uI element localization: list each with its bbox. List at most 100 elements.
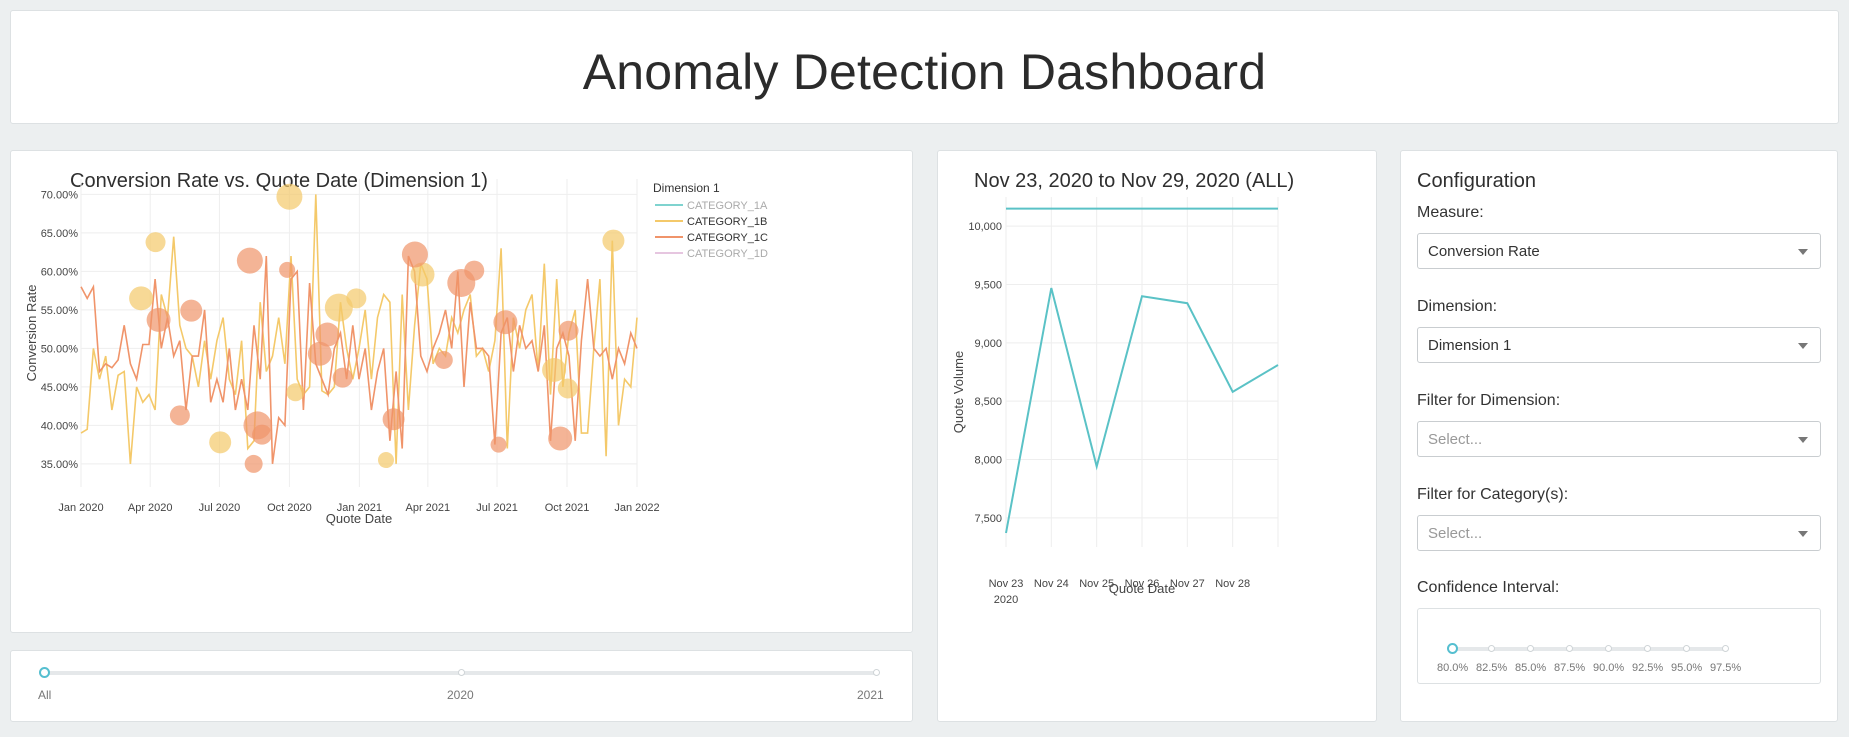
- anomaly-point-category_1b: [209, 431, 232, 454]
- anomaly-point-category_1c: [490, 436, 507, 453]
- anomaly-point-category_1b: [145, 232, 166, 253]
- conversion-rate-chart-card: Conversion Rate vs. Quote Date (Dimensio…: [10, 150, 913, 633]
- legend-item[interactable]: CATEGORY_1B: [687, 216, 767, 228]
- filter-dimension-label: Filter for Dimension:: [1417, 392, 1561, 409]
- x-axis-title: Quote Date: [326, 511, 393, 526]
- anomaly-point-category_1c: [548, 426, 573, 451]
- chevron-down-icon: [1798, 531, 1808, 537]
- y-tick-label: 8,500: [974, 396, 1002, 408]
- ci-option-label[interactable]: 92.5%: [1632, 662, 1663, 674]
- y-tick-label: 50.00%: [41, 343, 79, 355]
- ci-slider-handle[interactable]: [1447, 643, 1458, 654]
- x-tick-label: Oct 2020: [267, 502, 312, 514]
- anomaly-point-category_1b: [346, 288, 367, 309]
- slider-label-all[interactable]: All: [38, 688, 51, 702]
- x-tick-label: Apr 2021: [406, 502, 451, 514]
- y-tick-label: 70.00%: [41, 189, 79, 201]
- legend-item[interactable]: CATEGORY_1C: [687, 232, 768, 244]
- x-tick-label: Oct 2021: [545, 502, 590, 514]
- slider-label-2021[interactable]: 2021: [857, 688, 884, 702]
- anomaly-point-category_1c: [493, 310, 518, 335]
- ci-option-label[interactable]: 87.5%: [1554, 662, 1585, 674]
- anomaly-point-category_1c: [236, 247, 263, 274]
- legend-item[interactable]: CATEGORY_1D: [687, 248, 768, 260]
- y-tick-label: 65.00%: [41, 228, 79, 240]
- ci-slider-mark[interactable]: [1527, 645, 1534, 652]
- slider-mark-2021[interactable]: [873, 669, 880, 676]
- chevron-down-icon: [1798, 437, 1808, 443]
- x-tick-label: Nov 24: [1034, 578, 1069, 590]
- dimension-label: Dimension:: [1417, 298, 1498, 315]
- conversion-rate-chart[interactable]: 35.00% 40.00% 45.00% 50.00% 55.00% 60.00% 65.0…: [11, 151, 912, 632]
- y-tick-label: 35.00%: [41, 459, 79, 471]
- anomaly-point-category_1c: [146, 307, 171, 332]
- ci-slider-mark[interactable]: [1488, 645, 1495, 652]
- filter-dimension-select[interactable]: Select...: [1417, 421, 1821, 457]
- y-tick-label: 7,500: [974, 513, 1002, 525]
- date-range-slider-card: All 2020 2021: [10, 650, 913, 722]
- measure-select[interactable]: Conversion Rate: [1417, 233, 1821, 269]
- slider-handle[interactable]: [39, 667, 50, 678]
- ci-slider-mark[interactable]: [1683, 645, 1690, 652]
- ci-slider-mark[interactable]: [1722, 645, 1729, 652]
- measure-label: Measure:: [1417, 204, 1484, 221]
- ci-option-label[interactable]: 90.0%: [1593, 662, 1624, 674]
- y-tick-label: 9,000: [974, 338, 1002, 350]
- x-tick-year: 2020: [994, 594, 1018, 606]
- chevron-down-icon: [1798, 343, 1808, 349]
- anomaly-point-category_1c: [279, 261, 296, 278]
- x-tick-label: Jul 2020: [199, 502, 241, 514]
- y-tick-label: 10,000: [968, 221, 1002, 233]
- anomaly-point-category_1b: [557, 378, 578, 399]
- y-tick-label: 55.00%: [41, 305, 79, 317]
- anomaly-point-category_1c: [434, 350, 453, 369]
- anomaly-point-category_1c: [180, 299, 203, 322]
- anomaly-point-category_1c: [332, 367, 353, 388]
- anomaly-point-category_1c: [558, 320, 579, 341]
- anomaly-point-category_1b: [276, 183, 303, 210]
- y-tick-label: 8,000: [974, 455, 1002, 467]
- anomaly-point-category_1c: [252, 424, 273, 445]
- ci-slider-mark[interactable]: [1566, 645, 1573, 652]
- anomaly-point-category_1b: [286, 383, 305, 402]
- anomaly-point-category_1c: [401, 241, 428, 268]
- anomaly-point-category_1c: [464, 260, 485, 281]
- chevron-down-icon: [1798, 249, 1808, 255]
- confidence-interval-label: Confidence Interval:: [1417, 579, 1560, 596]
- quote-volume-chart-card: Nov 23, 2020 to Nov 29, 2020 (ALL) 7,500…: [937, 150, 1377, 722]
- anomaly-point-category_1b: [602, 229, 625, 252]
- slider-mark-2020[interactable]: [458, 669, 465, 676]
- ci-option-label[interactable]: 80.0%: [1437, 662, 1468, 674]
- x-tick-label: Nov 28: [1215, 578, 1250, 590]
- dimension-select[interactable]: Dimension 1: [1417, 327, 1821, 363]
- page-title: Anomaly Detection Dashboard: [582, 44, 1267, 100]
- filter-category-placeholder: Select...: [1428, 525, 1483, 542]
- ci-slider-body[interactable]: 80.0% 82.5% 85.0% 87.5% 90.0% 92.5% 95.0% 97.5%: [1418, 609, 1820, 683]
- legend-item[interactable]: CATEGORY_1A: [687, 200, 768, 212]
- y-tick-label: 40.00%: [41, 420, 79, 432]
- legend-title: Dimension 1: [653, 181, 720, 195]
- ci-slider-mark[interactable]: [1644, 645, 1651, 652]
- ci-slider-mark[interactable]: [1605, 645, 1612, 652]
- x-tick-label: Jul 2021: [476, 502, 518, 514]
- confidence-interval-slider: 80.0% 82.5% 85.0% 87.5% 90.0% 92.5% 95.0% 97.5%: [1417, 608, 1821, 684]
- quote-volume-chart[interactable]: 7,5008,0008,5009,0009,50010,000Nov 23 Nov…: [938, 151, 1376, 721]
- anomaly-point-category_1c: [382, 408, 405, 431]
- y-tick-label: 60.00%: [41, 266, 79, 278]
- y-axis-title: Quote Volume: [951, 351, 966, 433]
- anomaly-point-category_1c: [244, 454, 263, 473]
- ci-option-label[interactable]: 97.5%: [1710, 662, 1741, 674]
- legend: Dimension 1 CATEGORY_1A CATEGORY_1B CATEGOR…: [653, 181, 768, 260]
- anomaly-point-category_1c: [169, 405, 190, 426]
- dimension-select-value: Dimension 1: [1428, 337, 1512, 354]
- slider-label-2020[interactable]: 2020: [447, 688, 474, 702]
- x-tick-label: Jan 2020: [58, 502, 103, 514]
- anomaly-point-category_1b: [378, 452, 395, 469]
- ci-option-label[interactable]: 82.5%: [1476, 662, 1507, 674]
- ci-option-label[interactable]: 85.0%: [1515, 662, 1546, 674]
- x-axis-title: Quote Date: [1109, 581, 1176, 596]
- y-axis-title: Conversion Rate: [24, 285, 39, 382]
- x-tick-label: Jan 2022: [614, 502, 659, 514]
- filter-category-select[interactable]: Select...: [1417, 515, 1821, 551]
- ci-option-label[interactable]: 95.0%: [1671, 662, 1702, 674]
